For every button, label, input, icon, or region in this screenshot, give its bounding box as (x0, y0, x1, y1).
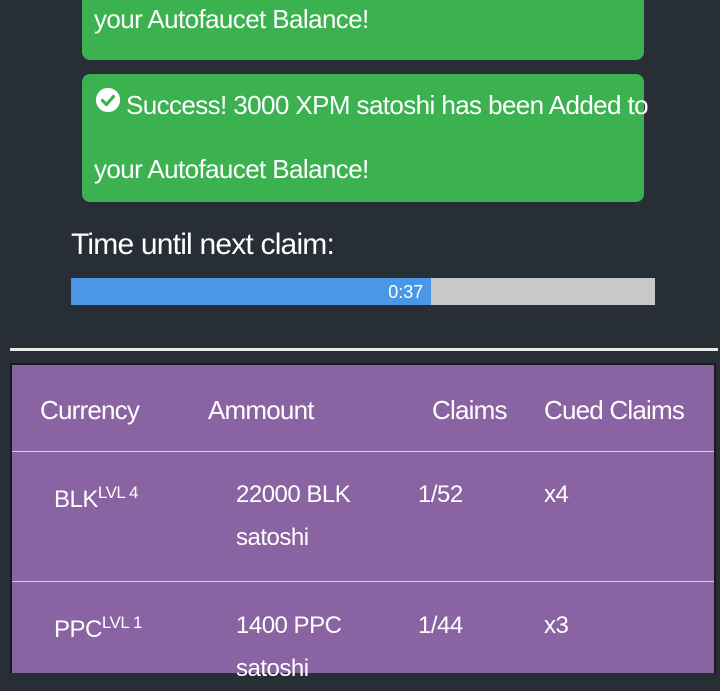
success-alert-previous: your Autofaucet Balance! (82, 0, 644, 60)
header-cued-claims: Cued Claims (544, 395, 685, 425)
currency-table: Currency Ammount Claims Cued Claims BLKL… (10, 363, 716, 682)
alert-text-line2: your Autofaucet Balance! (94, 154, 369, 184)
header-currency: Currency (40, 395, 140, 425)
currency-name: BLK (54, 486, 98, 513)
success-alert: Success! 3000 XPM satoshi has been Added… (82, 74, 649, 202)
amount-line1: 22000 BLK (236, 481, 351, 508)
alert-text: your Autofaucet Balance! (94, 4, 369, 34)
claims-cell: 1/44 (418, 612, 463, 639)
progress-fill: 0:37 (71, 278, 432, 305)
amount-line1: 1400 PPC (236, 612, 342, 639)
amount-line2: satoshi (236, 524, 309, 551)
amount-line2: satoshi (236, 655, 309, 682)
cued-claims-cell: x4 (544, 481, 569, 508)
row-separator (12, 451, 714, 452)
header-claims: Claims (432, 395, 507, 425)
currency-level: LVL 4 (97, 483, 139, 502)
section-divider (10, 348, 718, 351)
header-amount: Ammount (208, 395, 314, 425)
check-circle-icon (96, 88, 120, 112)
currency-name: PPC (54, 616, 102, 643)
progress-remaining-time: 0:37 (388, 282, 424, 302)
currency-cell: BLKLVL 4 (54, 471, 138, 522)
cued-claims-cell: x3 (544, 612, 569, 639)
currency-cell: PPCLVL 1 (54, 601, 142, 652)
alert-text-line1: Success! 3000 XPM satoshi has been Added… (126, 90, 649, 120)
claim-timer-progress-bar: 0:37 (71, 278, 655, 305)
row-separator (12, 581, 714, 582)
timer-label: Time until next claim: (71, 228, 335, 261)
currency-level: LVL 1 (101, 613, 143, 632)
claims-cell: 1/52 (418, 481, 463, 508)
